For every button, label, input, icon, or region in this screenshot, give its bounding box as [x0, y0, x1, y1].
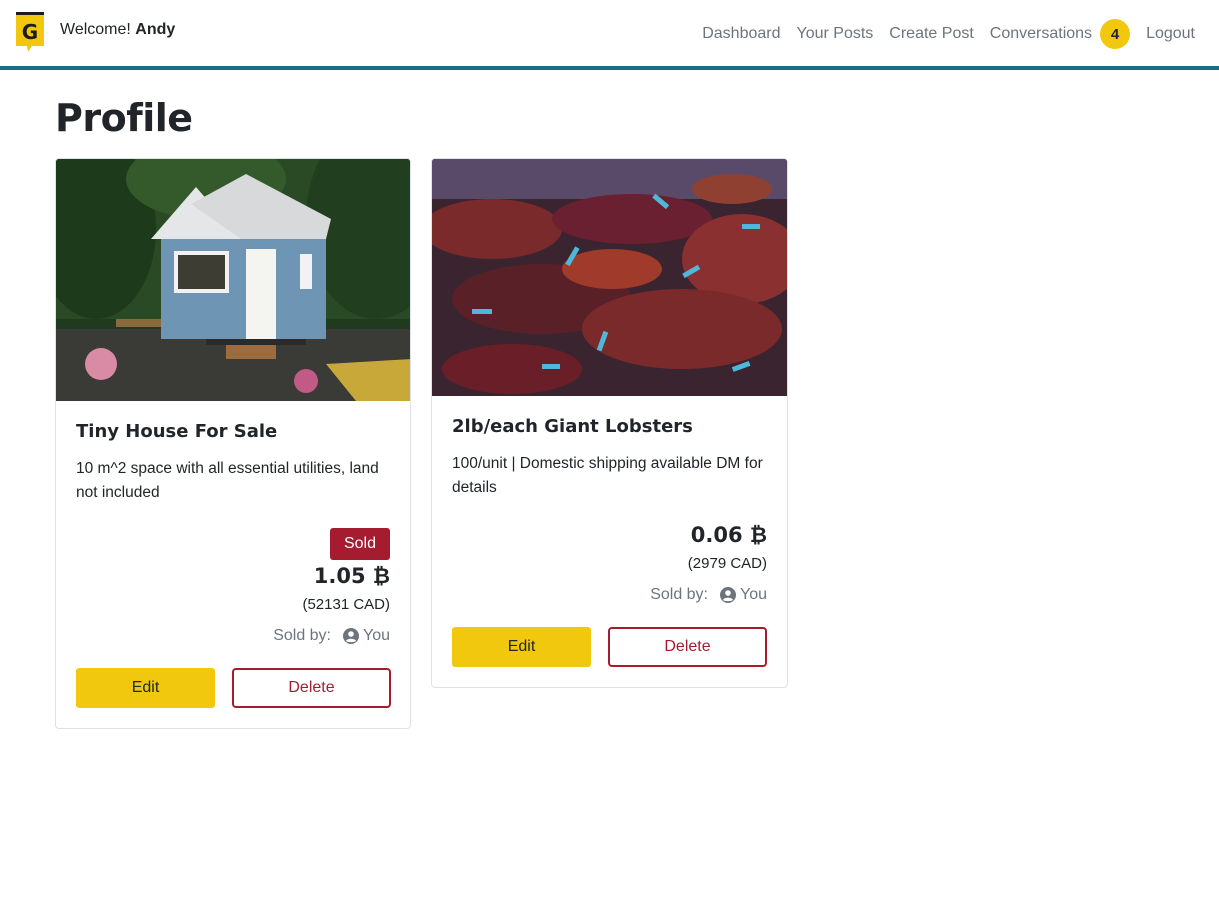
seller-name[interactable]: You: [740, 586, 767, 604]
post-card-lobsters: 2lb/each Giant Lobsters 100/unit | Domes…: [431, 158, 788, 688]
post-description: 100/unit | Domestic shipping available D…: [452, 455, 763, 496]
nav-create-post[interactable]: Create Post: [889, 25, 973, 43]
delete-button[interactable]: Delete: [232, 668, 391, 708]
tiny-house-photo: [56, 159, 410, 401]
seller-info: Sold by: You: [273, 627, 390, 645]
seller-name[interactable]: You: [363, 627, 390, 645]
page-title: Profile: [55, 96, 193, 140]
sold-by-label: Sold by:: [273, 627, 331, 644]
post-price-btc: 0.06 ₿: [690, 523, 767, 547]
edit-button[interactable]: Edit: [76, 668, 215, 708]
post-price-cad: (52131 CAD): [302, 596, 390, 613]
post-title[interactable]: Tiny House For Sale: [76, 421, 277, 442]
user-circle-icon: [720, 587, 736, 603]
lobsters-photo: [432, 159, 787, 396]
seller-info: Sold by: You: [650, 586, 767, 604]
post-card-tiny-house: Tiny House For Sale 10 m^2 space with al…: [55, 158, 411, 729]
post-description: 10 m^2 space with all essential utilitie…: [76, 460, 379, 501]
conversations-count-badge[interactable]: 4: [1100, 19, 1131, 49]
nav-your-posts[interactable]: Your Posts: [797, 25, 874, 43]
top-navbar: G Welcome! Andy Dashboard Your Posts Cre…: [0, 0, 1219, 70]
post-price-cad: (2979 CAD): [687, 555, 767, 572]
welcome-prefix: Welcome!: [60, 21, 131, 38]
username: Andy: [135, 21, 176, 38]
nav-conversations[interactable]: Conversations: [990, 25, 1092, 43]
edit-button[interactable]: Edit: [452, 627, 591, 667]
post-price-btc: 1.05 ₿: [313, 564, 390, 588]
nav-logout[interactable]: Logout: [1146, 25, 1195, 43]
nav-dashboard[interactable]: Dashboard: [702, 25, 780, 43]
sold-by-label: Sold by:: [650, 586, 708, 603]
welcome-message: Welcome! Andy: [60, 21, 175, 39]
post-title[interactable]: 2lb/each Giant Lobsters: [452, 416, 693, 437]
svg-text:G: G: [22, 20, 38, 44]
user-circle-icon: [343, 628, 359, 644]
app-logo-icon[interactable]: G: [16, 12, 44, 54]
nav-links: Dashboard Your Posts Create Post Convers…: [686, 19, 1195, 49]
delete-button[interactable]: Delete: [608, 627, 767, 667]
sold-status-badge: Sold: [329, 528, 390, 560]
